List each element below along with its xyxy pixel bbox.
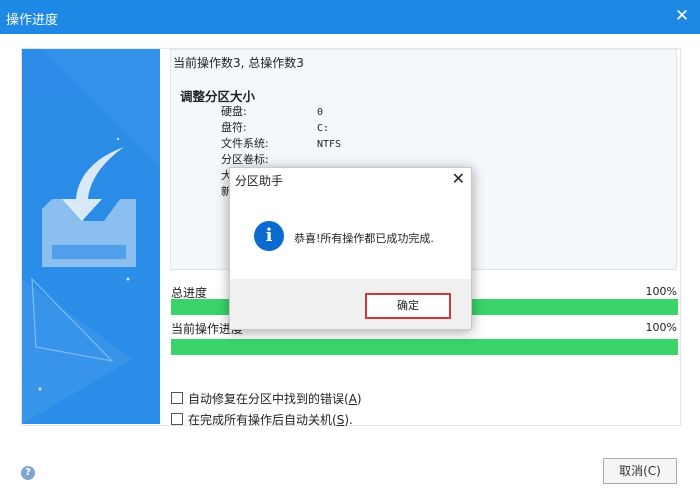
auto-fix-suffix: ) bbox=[356, 392, 362, 406]
log-value: C: bbox=[317, 123, 330, 134]
auto-shutdown-suffix: ). bbox=[344, 413, 353, 427]
dialog-close-icon[interactable]: ✕ bbox=[452, 170, 465, 188]
current-progress-fill bbox=[171, 339, 678, 355]
total-progress-percent: 100% bbox=[645, 285, 677, 298]
auto-shutdown-checkbox[interactable]: 在完成所有操作后自动关机(S). bbox=[171, 411, 353, 428]
help-icon[interactable]: ? bbox=[21, 466, 35, 480]
log-row: 盘符: C: bbox=[221, 119, 329, 135]
side-illustration bbox=[22, 49, 160, 424]
auto-fix-label: 自动修复在分区中找到的错误( bbox=[188, 392, 349, 406]
operation-count: 当前操作数3, 总操作数3 bbox=[173, 56, 304, 70]
auto-shutdown-label: 在完成所有操作后自动关机( bbox=[188, 413, 337, 427]
log-row: 文件系统: NTFS bbox=[221, 135, 341, 151]
checkbox-box[interactable] bbox=[171, 413, 183, 425]
cancel-button[interactable]: 取消(C) bbox=[603, 458, 677, 484]
title-bar: 操作进度 ✕ bbox=[0, 0, 700, 34]
log-row: 分区卷标: bbox=[221, 151, 317, 167]
log-value: NTFS bbox=[317, 139, 342, 150]
log-key: 分区卷标: bbox=[221, 153, 269, 166]
close-icon[interactable]: ✕ bbox=[672, 6, 692, 26]
log-value: 0 bbox=[317, 107, 324, 118]
ok-button[interactable]: 确定 bbox=[365, 293, 451, 319]
completion-dialog: 分区助手 ✕ i 恭喜!所有操作都已成功完成. 确定 bbox=[229, 167, 472, 330]
window-title: 操作进度 bbox=[6, 13, 59, 28]
log-key: 文件系统: bbox=[221, 137, 269, 150]
log-key: 硬盘: bbox=[221, 105, 247, 118]
current-progress-percent: 100% bbox=[645, 321, 677, 334]
checkbox-box[interactable] bbox=[171, 392, 183, 404]
current-progress-bar bbox=[171, 339, 678, 355]
dialog-message: 恭喜!所有操作都已成功完成. bbox=[294, 232, 434, 245]
dialog-title: 分区助手 bbox=[235, 174, 284, 188]
auto-fix-checkbox[interactable]: 自动修复在分区中找到的错误(A) bbox=[171, 390, 362, 407]
auto-fix-shortcut: A bbox=[348, 392, 357, 406]
log-row: 硬盘: 0 bbox=[221, 103, 323, 119]
info-icon: i bbox=[254, 221, 284, 251]
log-key: 盘符: bbox=[221, 121, 247, 134]
